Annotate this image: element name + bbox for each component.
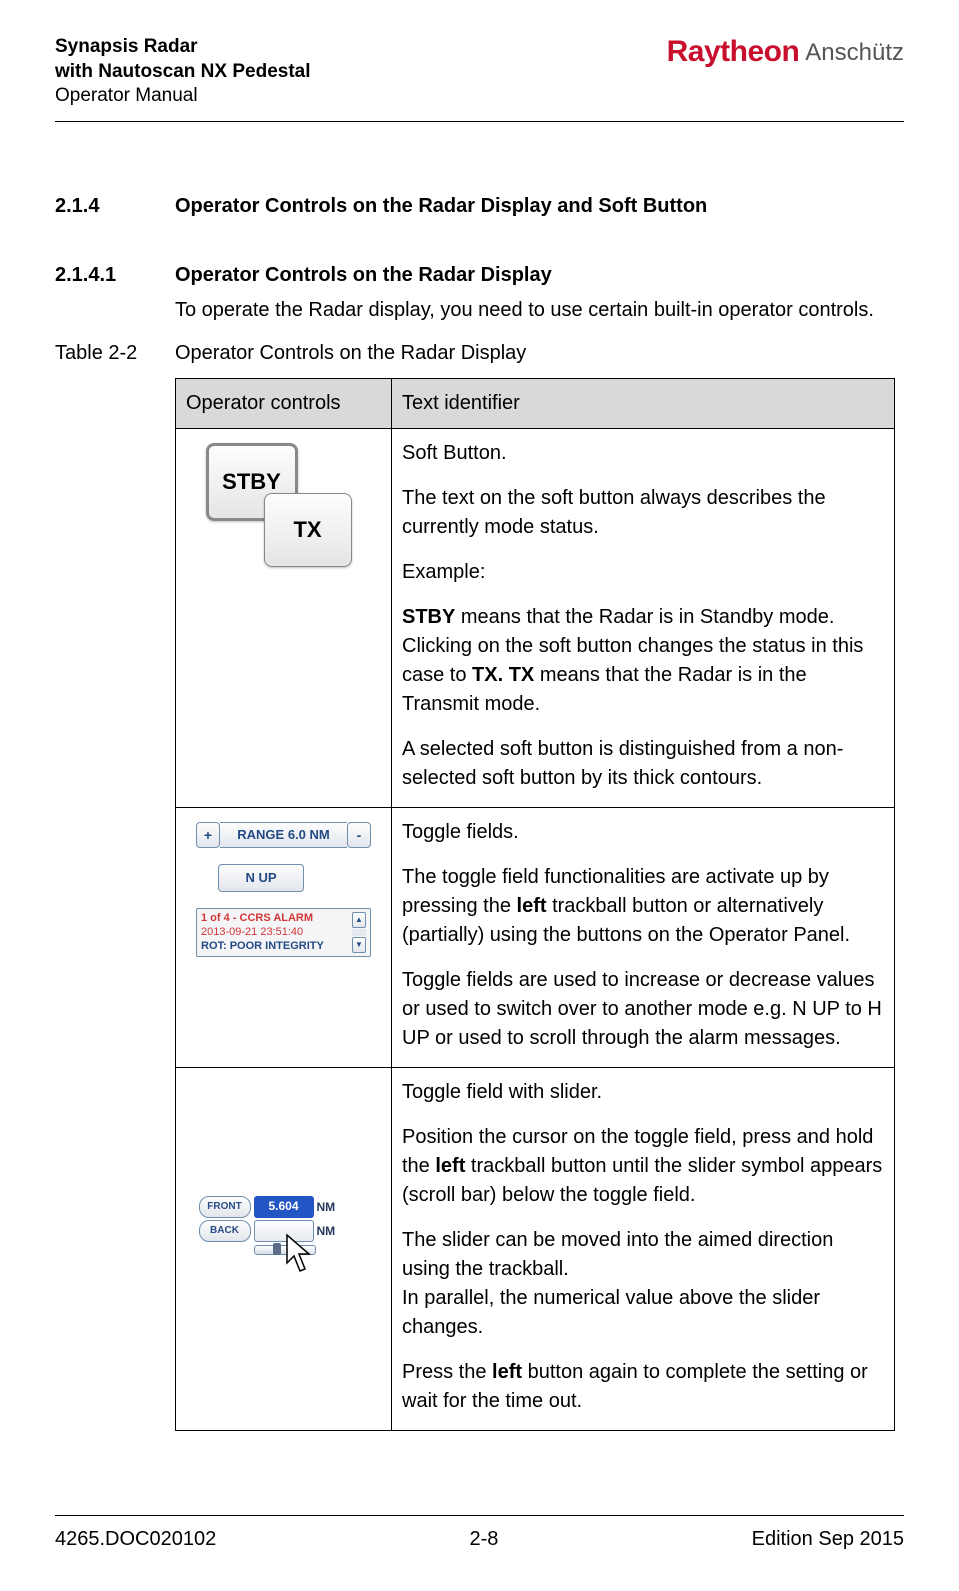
row3-p1: Toggle field with slider. <box>402 1078 884 1107</box>
page-content: 2.1.4 Operator Controls on the Radar Dis… <box>55 122 904 1431</box>
alarm-line-3: ROT: POOR INTEGRITY <box>201 940 349 954</box>
footer-page: 2-8 <box>469 1528 498 1551</box>
section-number: 2.1.4.1 <box>55 261 175 290</box>
alarm-message-box: 1 of 4 - CCRS ALARM 2013-09-21 23:51:40 … <box>196 908 371 957</box>
row1-p4: STBY means that the Radar is in Standby … <box>402 603 884 719</box>
row3-p3: The slider can be moved into the aimed d… <box>402 1226 884 1284</box>
table-row: + RANGE 6.0 NM - N UP 1 of 4 - CCRS ALAR… <box>176 808 895 1068</box>
cursor-icon <box>285 1233 319 1277</box>
back-pill[interactable]: BACK <box>199 1220 251 1242</box>
row2-p1: Toggle fields. <box>402 818 884 847</box>
page-footer: 4265.DOC020102 2-8 Edition Sep 2015 <box>55 1515 904 1551</box>
row2-p3: Toggle fields are used to increase or de… <box>402 966 884 1053</box>
tx-button[interactable]: TX <box>264 493 352 567</box>
range-value[interactable]: RANGE 6.0 NM <box>220 822 347 848</box>
range-minus-button[interactable]: - <box>347 822 371 848</box>
slider-thumb[interactable] <box>273 1243 281 1255</box>
table-caption-text: Operator Controls on the Radar Display <box>175 339 526 368</box>
table-number: Table 2-2 <box>55 339 175 368</box>
range-toggle: + RANGE 6.0 NM - <box>196 822 371 848</box>
alarm-line-2: 2013-09-21 23:51:40 <box>201 926 349 940</box>
row3-p4: In parallel, the numerical value above t… <box>402 1284 884 1342</box>
front-pill[interactable]: FRONT <box>199 1196 251 1218</box>
title-line-1: Synapsis Radar <box>55 35 311 60</box>
doc-title-block: Synapsis Radar with Nautoscan NX Pedesta… <box>55 35 311 109</box>
scroll-down-icon[interactable]: ▼ <box>352 937 366 953</box>
table-caption: Table 2-2 Operator Controls on the Radar… <box>55 339 904 368</box>
footer-doc: 4265.DOC020102 <box>55 1528 216 1551</box>
table-row: FRONT BACK 5.604 NM NM <box>176 1068 895 1431</box>
scroll-track[interactable] <box>352 929 366 936</box>
title-line-2: with Nautoscan NX Pedestal <box>55 60 311 85</box>
range-plus-button[interactable]: + <box>196 822 220 848</box>
unit-nm-2: NM <box>317 1223 336 1240</box>
row1-p4-tx: TX. TX <box>472 664 534 686</box>
operator-controls-table: Operator controls Text identifier STBY T… <box>175 378 895 1431</box>
row3-p5: Press the left button again to complete … <box>402 1358 884 1416</box>
page-header: Synapsis Radar with Nautoscan NX Pedesta… <box>55 35 904 109</box>
orientation-toggle[interactable]: N UP <box>218 864 304 892</box>
row1-p5: A selected soft button is distinguished … <box>402 735 884 793</box>
section-title: Operator Controls on the Radar Display <box>175 261 552 290</box>
logo-anschutz: Anschütz <box>805 37 904 67</box>
footer-rule <box>55 1515 904 1516</box>
section-title: Operator Controls on the Radar Display a… <box>175 192 707 221</box>
title-line-3: Operator Manual <box>55 84 311 109</box>
section-2-1-4-1: 2.1.4.1 Operator Controls on the Radar D… <box>55 261 904 290</box>
brand-logo: Raytheon Anschütz <box>667 35 904 67</box>
alarm-line-1: 1 of 4 - CCRS ALARM <box>201 912 349 926</box>
table-header-row: Operator controls Text identifier <box>176 379 895 429</box>
row2-p2: The toggle field functionalities are act… <box>402 863 884 950</box>
logo-raytheon: Raytheon <box>667 37 800 67</box>
table-row: STBY TX Soft Button. The text on the sof… <box>176 429 895 808</box>
alarm-scrollbar[interactable]: ▲ ▼ <box>352 912 366 953</box>
col-text-identifier: Text identifier <box>392 379 895 429</box>
row1-p2: The text on the soft button always descr… <box>402 484 884 542</box>
slider-value-front[interactable]: 5.604 <box>254 1196 314 1218</box>
footer-edition: Edition Sep 2015 <box>752 1528 904 1551</box>
scroll-up-icon[interactable]: ▲ <box>352 912 366 928</box>
col-operator-controls: Operator controls <box>176 379 392 429</box>
row3-p2: Position the cursor on the toggle field,… <box>402 1123 884 1210</box>
soft-button-illustration: STBY TX <box>186 439 381 583</box>
unit-nm-1: NM <box>317 1199 336 1216</box>
section-number: 2.1.4 <box>55 192 175 221</box>
row1-p3: Example: <box>402 558 884 587</box>
toggle-fields-illustration: + RANGE 6.0 NM - N UP 1 of 4 - CCRS ALAR… <box>186 818 381 957</box>
section-2-1-4: 2.1.4 Operator Controls on the Radar Dis… <box>55 192 904 221</box>
row1-p4-stby: STBY <box>402 606 455 628</box>
row1-p1: Soft Button. <box>402 439 884 468</box>
toggle-slider-illustration: FRONT BACK 5.604 NM NM <box>186 1078 381 1338</box>
section-intro: To operate the Radar display, you need t… <box>175 296 904 325</box>
